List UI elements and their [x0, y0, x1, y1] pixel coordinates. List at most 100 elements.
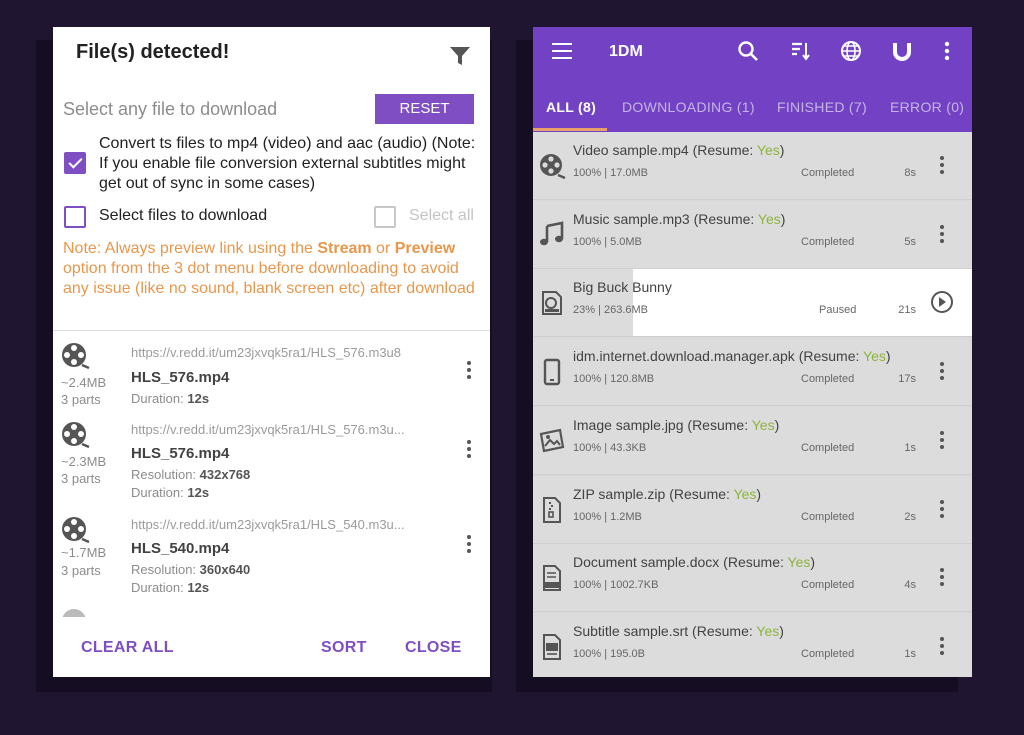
sort-icon[interactable]	[789, 40, 811, 62]
film-reel-icon	[62, 343, 90, 370]
files-detected-dialog: File(s) detected! Select any file to dow…	[53, 27, 490, 677]
file-url: https://v.redd.it/um23jxvqk5ra1/HLS_576.…	[131, 422, 405, 437]
download-time: 1s	[904, 441, 916, 454]
file-item[interactable]: ~1.7MB 3 parts https://v.redd.it/um23jxv…	[53, 507, 490, 602]
reset-button[interactable]: RESET	[375, 94, 474, 124]
download-title: Big Buck Bunny	[573, 279, 672, 296]
convert-checkbox[interactable]	[64, 152, 86, 174]
image-icon	[539, 428, 565, 453]
menu-icon[interactable]	[552, 43, 572, 59]
magnet-icon[interactable]	[891, 40, 913, 62]
download-row[interactable]: Video sample.mp4 (Resume: Yes) 100% | 17.…	[533, 132, 972, 200]
download-row[interactable]: ZIP sample.zip (Resume: Yes) 100% | 1.2MB…	[533, 475, 972, 544]
divider	[53, 330, 490, 331]
download-row[interactable]: idm.internet.download.manager.apk (Resum…	[533, 338, 972, 407]
download-title: Music sample.mp3 (Resume: Yes)	[573, 210, 786, 227]
download-progress: 100% | 5.0MB	[573, 235, 642, 248]
more-options-icon[interactable]	[465, 440, 473, 462]
download-status: Completed	[801, 167, 855, 179]
more-options-icon[interactable]	[938, 636, 946, 659]
zip-file-icon	[543, 496, 561, 523]
download-row[interactable]: Image sample.jpg (Resume: Yes) 100% | 43.…	[533, 406, 972, 475]
download-status: Completed	[801, 373, 855, 386]
file-parts: 3 parts	[61, 392, 101, 407]
download-progress: 100% | 120.8MB	[573, 373, 655, 386]
phone-icon	[543, 358, 561, 386]
film-reel-icon	[62, 422, 90, 449]
file-size: ~2.3MB	[61, 454, 107, 469]
download-row[interactable]: Big Buck Bunny 23% | 263.6MB Paused 21s	[533, 269, 972, 338]
file-url: https://v.redd.it/um23jxvqk5ra1/HLS_540.…	[131, 517, 405, 532]
tab-all[interactable]: ALL (8)	[546, 99, 596, 115]
more-options-icon[interactable]	[938, 430, 946, 453]
tab-finished[interactable]: FINISHED (7)	[777, 99, 867, 115]
download-title: Image sample.jpg (Resume: Yes)	[573, 416, 780, 433]
file-meta: Duration: 12s	[131, 391, 210, 406]
download-title: ZIP sample.zip (Resume: Yes)	[573, 485, 762, 502]
more-options-icon[interactable]	[938, 568, 946, 590]
file-parts: 3 parts	[61, 563, 101, 578]
download-progress: 23% | 263.6MB	[573, 304, 649, 317]
globe-icon[interactable]	[840, 40, 862, 62]
download-time: 8s	[904, 167, 916, 179]
download-time: 1s	[904, 647, 916, 660]
download-progress: 100% | 1002.7KB	[573, 579, 659, 592]
more-options-icon[interactable]	[465, 361, 473, 383]
download-time: 2s	[904, 510, 916, 523]
download-title: idm.internet.download.manager.apk (Resum…	[573, 348, 891, 365]
overflow-menu-icon[interactable]	[936, 40, 958, 62]
sort-button[interactable]: SORT	[321, 639, 367, 657]
download-row[interactable]: Subtitle sample.srt (Resume: Yes) 100% | …	[533, 612, 972, 677]
clear-all-button[interactable]: CLEAR ALL	[81, 639, 174, 657]
srt-file-icon	[543, 633, 561, 660]
file-item[interactable]: ~2.4MB 3 parts https://v.redd.it/um23jxv…	[53, 333, 490, 413]
select-all-checkbox[interactable]	[374, 206, 396, 228]
filter-icon[interactable]	[449, 45, 471, 67]
more-options-icon[interactable]	[465, 535, 473, 557]
download-title: Subtitle sample.srt (Resume: Yes)	[573, 622, 784, 639]
tab-downloading[interactable]: DOWNLOADING (1)	[622, 99, 755, 115]
download-status: Completed	[801, 647, 855, 660]
tab-error[interactable]: ERROR (0)	[890, 99, 964, 115]
resume-play-icon[interactable]	[931, 291, 953, 314]
download-time: 21s	[898, 304, 916, 317]
file-name: HLS_576.mp4	[131, 445, 230, 462]
download-row[interactable]: Music sample.mp3 (Resume: Yes) 100% | 5.0…	[533, 200, 972, 269]
app-title: 1DM	[609, 43, 643, 60]
more-options-icon[interactable]	[938, 362, 946, 384]
download-status: Completed	[801, 579, 855, 592]
film-reel-icon	[62, 517, 90, 544]
file-meta: Duration: 12s	[131, 485, 210, 500]
file-name: HLS_576.mp4	[131, 369, 230, 386]
more-options-icon[interactable]	[938, 156, 946, 178]
download-time: 5s	[904, 235, 916, 248]
file-item[interactable]: ~2.3MB 3 parts https://v.redd.it/um23jxv…	[53, 412, 490, 507]
download-time: 17s	[898, 373, 916, 386]
download-status: Completed	[801, 235, 855, 248]
file-meta: Resolution: 432x768	[131, 467, 251, 482]
app-bar: 1DM ALL (8) DOWNLOADING (1) FINISHED (7)…	[533, 27, 972, 132]
file-parts: 3 parts	[61, 471, 101, 486]
file-name: HLS_540.mp4	[131, 540, 230, 557]
download-row[interactable]: Document sample.docx (Resume: Yes) 100% |…	[533, 544, 972, 613]
select-files-checkbox[interactable]	[64, 206, 86, 228]
download-time: 4s	[904, 579, 916, 592]
file-size: ~2.4MB	[61, 375, 107, 390]
dialog-footer: CLEAR ALL SORT CLOSE	[53, 617, 490, 677]
file-url: https://v.redd.it/um23jxvqk5ra1/HLS_576.…	[131, 345, 402, 360]
active-tab-indicator	[533, 128, 607, 131]
web-video-icon	[542, 291, 562, 316]
download-manager-screen: 1DM ALL (8) DOWNLOADING (1) FINISHED (7)…	[533, 27, 972, 677]
download-title: Document sample.docx (Resume: Yes)	[573, 554, 816, 571]
download-status: Paused	[819, 304, 857, 317]
convert-label: Convert ts files to mp4 (video) and aac …	[99, 135, 476, 192]
download-progress: 100% | 1.2MB	[573, 510, 642, 523]
more-options-icon[interactable]	[938, 499, 946, 522]
more-options-icon[interactable]	[938, 224, 946, 247]
search-icon[interactable]	[737, 40, 759, 62]
download-progress: 100% | 195.0B	[573, 647, 645, 660]
stream-link: Stream	[317, 240, 372, 257]
film-reel-icon	[540, 154, 566, 180]
download-status: Completed	[801, 510, 855, 523]
close-button[interactable]: CLOSE	[405, 639, 462, 657]
